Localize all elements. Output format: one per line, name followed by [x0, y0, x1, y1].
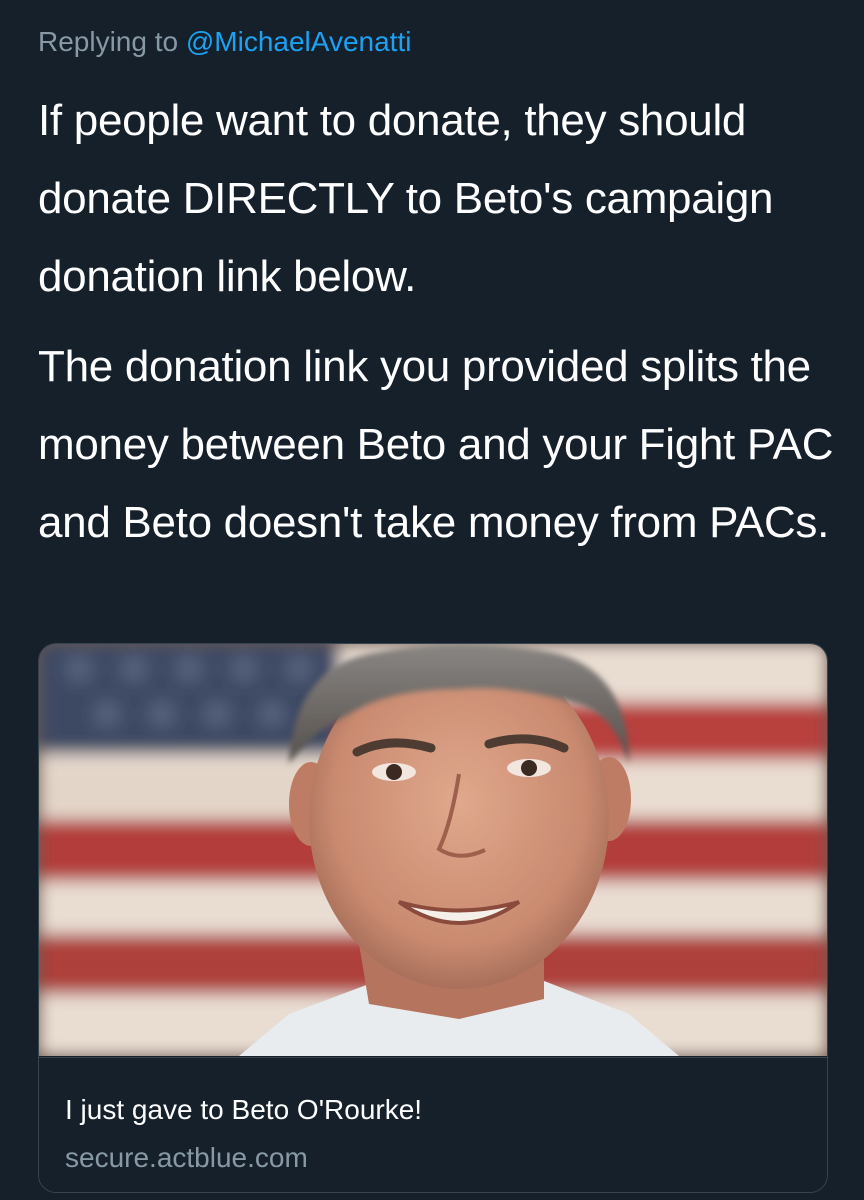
card-image[interactable] — [39, 644, 827, 1056]
portrait-photo — [39, 644, 827, 1056]
card-title[interactable]: I just gave to Beto O'Rourke! — [65, 1094, 422, 1126]
tweet-text: If people want to donate, they should do… — [38, 82, 838, 562]
card-meta[interactable]: I just gave to Beto O'Rourke! secure.act… — [39, 1057, 827, 1192]
link-preview-card[interactable]: I just gave to Beto O'Rourke! secure.act… — [38, 643, 828, 1193]
replying-to-label: Replying to — [38, 26, 186, 57]
tweet-paragraph: If people want to donate, they should do… — [38, 96, 774, 301]
card-domain: secure.actblue.com — [65, 1142, 308, 1173]
tweet-paragraph: The donation link you provided splits th… — [38, 342, 834, 547]
mention-link[interactable]: @MichaelAvenatti — [186, 26, 412, 57]
replying-to-line: Replying to @MichaelAvenatti — [38, 26, 411, 58]
